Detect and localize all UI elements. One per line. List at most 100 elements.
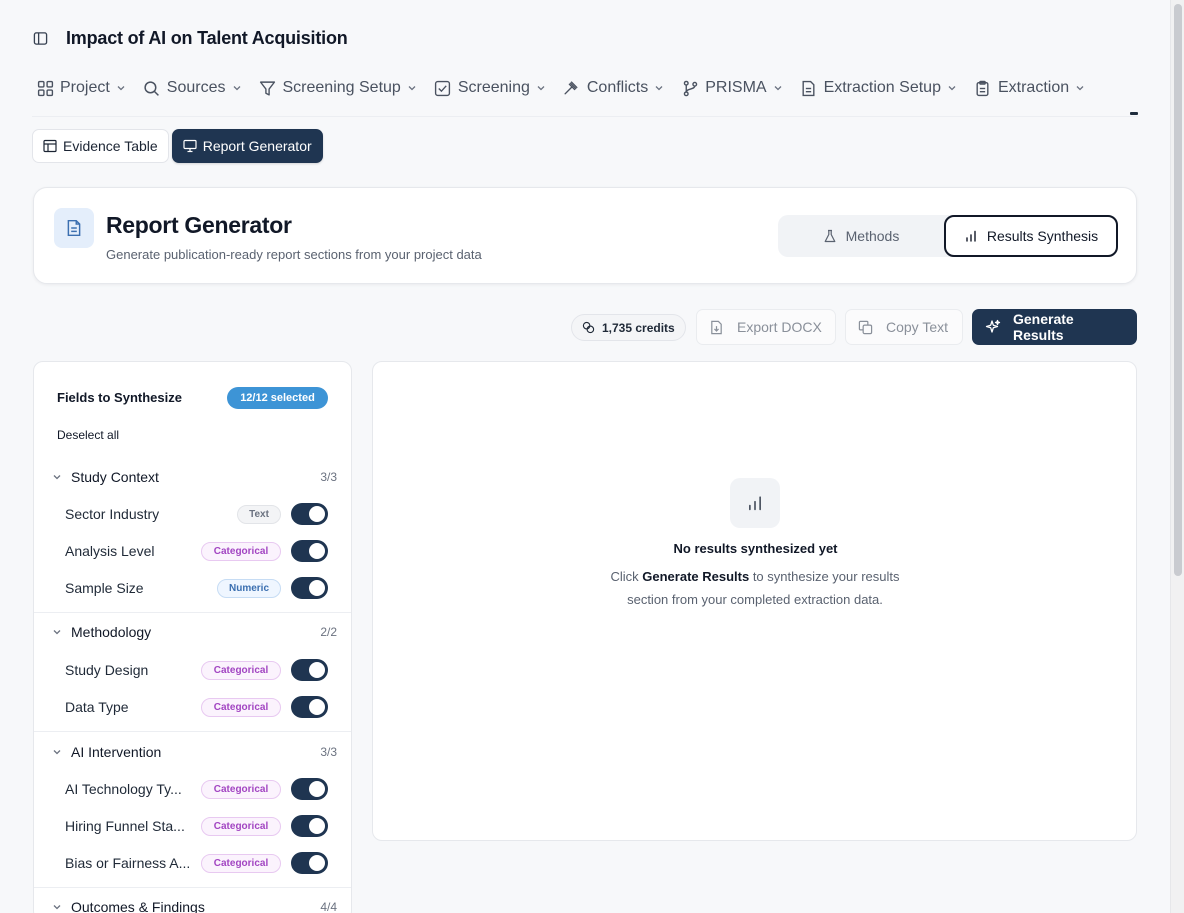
chevron-down-icon [536,83,546,93]
file-download-icon [709,319,725,335]
button-label: Export DOCX [737,319,822,335]
group-label: AI Intervention [71,744,162,760]
fields-panel: Fields to Synthesize 12/12 selected Dese… [33,361,352,913]
group-study-context[interactable]: Study Context 3/3 [34,464,351,490]
sidebar-toggle-icon[interactable] [32,30,48,46]
results-panel: No results synthesized yet Click Generat… [372,361,1137,841]
tab-evidence-table[interactable]: Evidence Table [32,129,169,163]
field-toggle[interactable] [291,696,328,718]
field-row: Sample Size Numeric [34,575,351,601]
type-tag: Text [237,505,281,524]
mode-results-synthesis-button[interactable]: Results Synthesis [944,215,1118,257]
nav-label: Screening [457,79,530,96]
tab-label: Report Generator [202,138,312,154]
chevron-down-icon [1075,83,1085,93]
file-text-icon [800,79,818,97]
field-label: Bias or Fairness A... [65,855,191,871]
copy-text-button[interactable]: Copy Text [845,309,963,345]
field-row: Study Design Categorical [34,657,351,683]
git-branch-icon [681,79,699,97]
sparkles-icon [985,319,1001,335]
field-toggle[interactable] [291,577,328,599]
mode-label: Methods [845,228,900,244]
checkbox-icon [434,79,452,97]
empty-state-description: Click Generate Results to synthesize you… [595,566,915,611]
group-count: 3/3 [320,745,337,759]
coins-icon [582,321,596,335]
nav-divider [32,116,1138,117]
nav-screening[interactable]: Screening [434,79,546,97]
page-title: Report Generator [106,212,292,238]
nav-label: Project [60,79,110,96]
flask-icon [823,229,837,243]
group-count: 2/2 [320,625,337,639]
group-outcomes-findings[interactable]: Outcomes & Findings 4/4 [34,894,351,913]
nav-screening-setup[interactable]: Screening Setup [259,79,417,97]
field-toggle[interactable] [291,540,328,562]
mode-toggle: Methods Results Synthesis [778,215,1118,257]
nav-sources[interactable]: Sources [143,79,242,97]
chevron-down-icon [52,472,62,482]
field-toggle[interactable] [291,815,328,837]
nav-label: Extraction Setup [823,79,941,96]
group-label: Outcomes & Findings [71,899,205,913]
chevron-down-icon [407,83,417,93]
table-icon [43,139,57,153]
field-label: Sector Industry [65,506,160,522]
export-docx-button[interactable]: Export DOCX [696,309,836,345]
nav-label: PRISMA [705,79,767,96]
type-tag: Categorical [201,817,281,836]
generate-results-button[interactable]: Generate Results [972,309,1137,345]
field-label: AI Technology Ty... [65,781,182,797]
nav-extraction-setup[interactable]: Extraction Setup [800,79,957,97]
scrollbar-thumb[interactable] [1174,4,1182,576]
clipboard-icon [974,79,992,97]
nav-label: Extraction [997,79,1070,96]
field-toggle[interactable] [291,778,328,800]
copy-icon [858,319,874,335]
field-row: Sector Industry Text [34,501,351,527]
tab-report-generator[interactable]: Report Generator [171,129,323,163]
presentation-icon [183,139,197,153]
chevron-down-icon [116,83,126,93]
type-tag: Categorical [201,661,281,680]
nav-label: Sources [166,79,226,96]
field-toggle[interactable] [291,503,328,525]
project-title: Impact of AI on Talent Acquisition [66,27,348,48]
type-tag: Categorical [201,698,281,717]
chevron-down-icon [232,83,242,93]
nav-conflicts[interactable]: Conflicts [563,79,664,97]
gavel-icon [563,79,581,97]
empty-state-title: No results synthesized yet [673,541,838,556]
field-label: Hiring Funnel Sta... [65,818,185,834]
filter-icon [259,79,277,97]
button-label: Copy Text [886,319,948,335]
field-toggle[interactable] [291,852,328,874]
page-scrollbar[interactable] [1170,0,1184,913]
type-tag: Categorical [201,854,281,873]
chevron-down-icon [52,902,62,912]
nav-label: Screening Setup [282,79,401,96]
tab-label: Evidence Table [63,138,158,154]
mode-methods-button[interactable]: Methods [778,215,944,257]
nav-project[interactable]: Project [36,79,126,97]
nav-scroll-indicator [1130,112,1138,115]
group-ai-intervention[interactable]: AI Intervention 3/3 [34,739,351,765]
field-row: AI Technology Ty... Categorical [34,776,351,802]
group-methodology[interactable]: Methodology 2/2 [34,619,351,645]
subtabs: Evidence Table Report Generator [32,129,326,163]
group-label: Methodology [71,624,152,640]
bar-chart-icon [964,229,978,243]
divider [34,887,351,888]
document-icon [54,208,94,248]
field-toggle[interactable] [291,659,328,681]
type-tag: Categorical [201,780,281,799]
deselect-all-link[interactable]: Deselect all [57,428,119,442]
empty-desc-bold: Generate Results [642,569,750,584]
field-row: Data Type Categorical [34,694,351,720]
search-icon [143,79,161,97]
nav-prisma[interactable]: PRISMA [681,79,782,97]
type-tag: Categorical [201,542,281,561]
field-label: Study Design [65,662,149,678]
nav-extraction[interactable]: Extraction [974,79,1085,97]
